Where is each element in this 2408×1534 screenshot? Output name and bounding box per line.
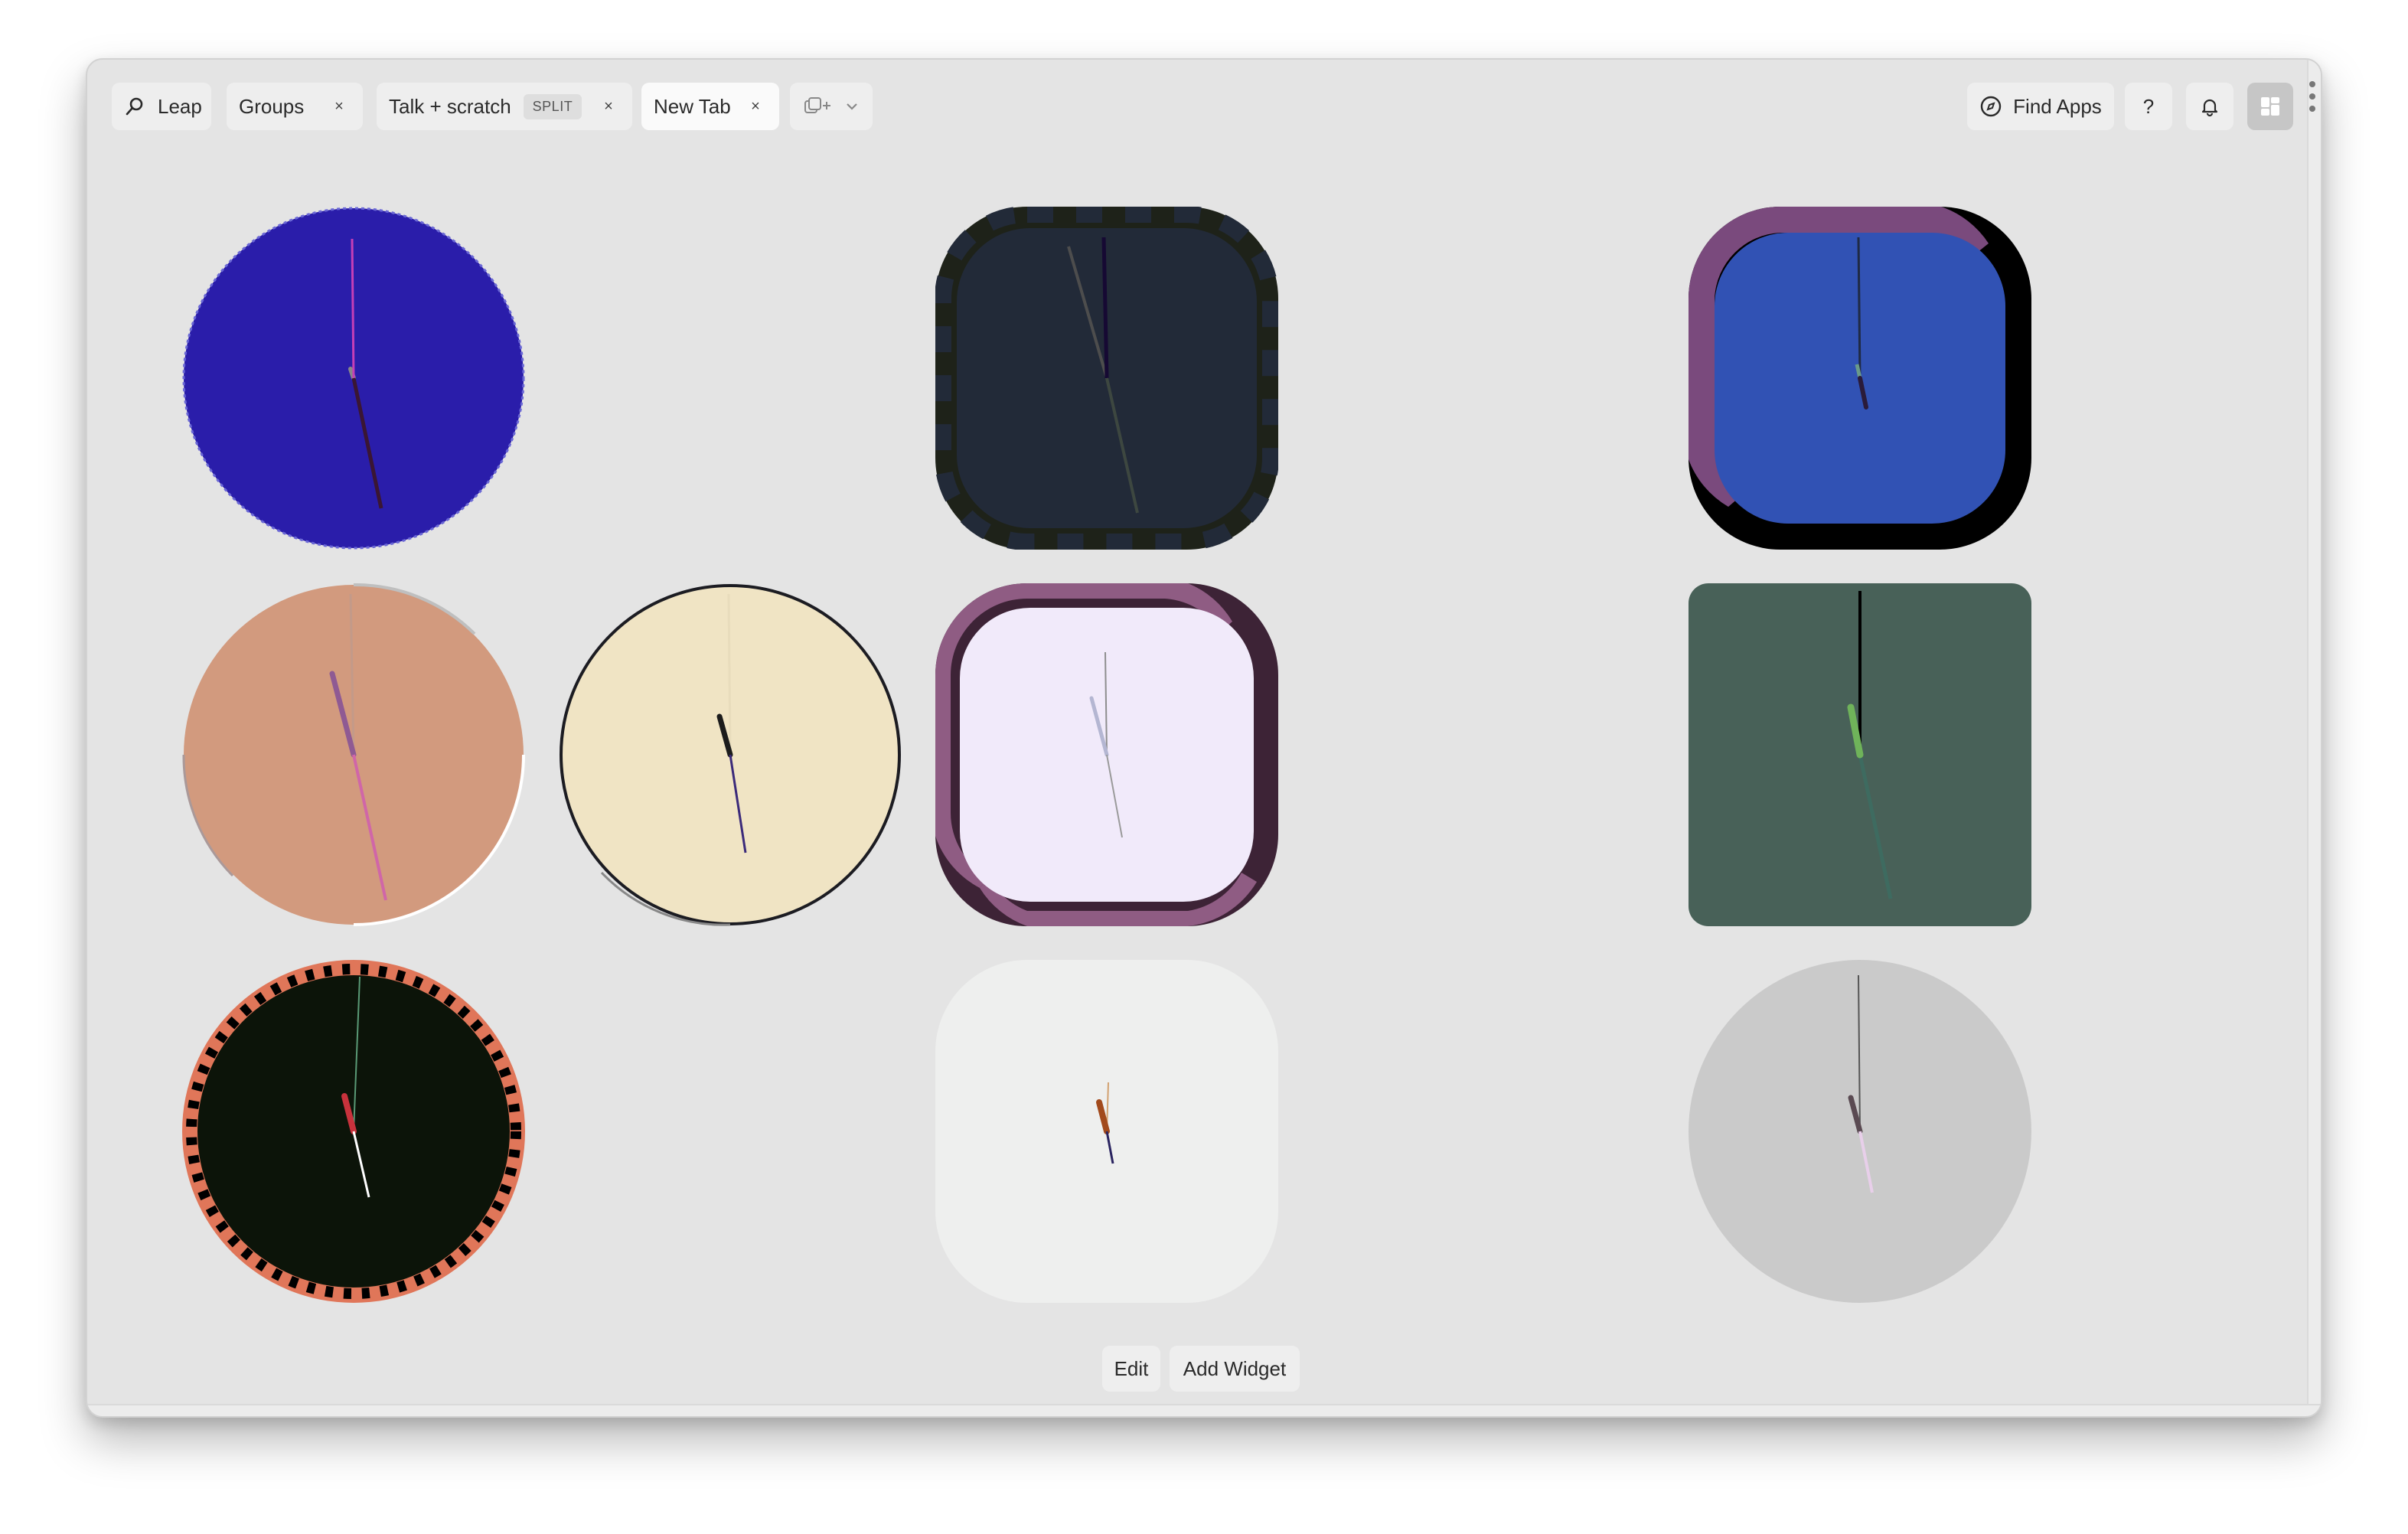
tab-talk-scratch[interactable]: Talk + scratch SPLIT × xyxy=(377,83,632,130)
clock-widget[interactable] xyxy=(182,207,525,550)
window-bottom-edge xyxy=(87,1404,2321,1416)
clock-widget[interactable] xyxy=(1689,207,2031,550)
widgets-view-button[interactable] xyxy=(2247,83,2293,130)
leap-button[interactable]: Leap xyxy=(112,83,211,130)
bottom-action-bar: Edit Add Widget xyxy=(87,1346,2321,1392)
search-icon xyxy=(124,96,145,117)
new-tab-menu-button[interactable] xyxy=(790,83,873,130)
bell-icon xyxy=(2199,96,2220,117)
clock-minute-hand xyxy=(1857,237,1861,379)
tab-talk-scratch-close-icon[interactable]: × xyxy=(597,95,620,118)
browser-window: Leap Groups × Talk + scratch SPLIT × New… xyxy=(86,58,2322,1418)
clock-minute-hand xyxy=(727,593,732,756)
tab-talk-scratch-label: Talk + scratch xyxy=(389,94,511,118)
leap-label: Leap xyxy=(158,94,202,118)
tab-groups-label: Groups xyxy=(239,94,305,118)
add-widget-button[interactable]: Add Widget xyxy=(1170,1346,1300,1392)
split-badge: SPLIT xyxy=(523,93,582,119)
tab-bar: Leap Groups × Talk + scratch SPLIT × New… xyxy=(87,83,2321,130)
clock-widget[interactable] xyxy=(1689,583,2031,926)
add-tab-icon xyxy=(803,96,834,117)
edit-button[interactable]: Edit xyxy=(1102,1346,1160,1392)
window-right-edge xyxy=(2307,60,2321,1416)
notifications-button[interactable] xyxy=(2186,83,2233,130)
tab-new-tab-label: New Tab xyxy=(654,94,731,118)
clock-widget[interactable] xyxy=(182,960,525,1303)
compass-icon xyxy=(1979,95,2002,118)
help-button[interactable]: ? xyxy=(2125,83,2172,130)
clock-widget[interactable] xyxy=(1689,960,2031,1303)
clock-widget[interactable] xyxy=(935,583,1278,926)
help-label: ? xyxy=(2142,94,2155,118)
clock-minute-hand xyxy=(351,238,355,379)
clock-widget[interactable] xyxy=(935,960,1278,1303)
dashboard-icon xyxy=(2260,96,2281,117)
tab-new-tab-close-icon[interactable]: × xyxy=(744,95,767,118)
clock-widget[interactable] xyxy=(559,583,902,926)
chevron-down-icon xyxy=(844,99,860,114)
clock-widget[interactable] xyxy=(935,207,1278,550)
find-apps-label: Find Apps xyxy=(2013,94,2102,118)
clock-widget[interactable] xyxy=(182,583,525,926)
tab-new-tab[interactable]: New Tab × xyxy=(641,83,779,130)
find-apps-button[interactable]: Find Apps xyxy=(1967,83,2114,130)
tab-groups-close-icon[interactable]: × xyxy=(328,95,351,118)
tab-groups[interactable]: Groups × xyxy=(227,83,363,130)
